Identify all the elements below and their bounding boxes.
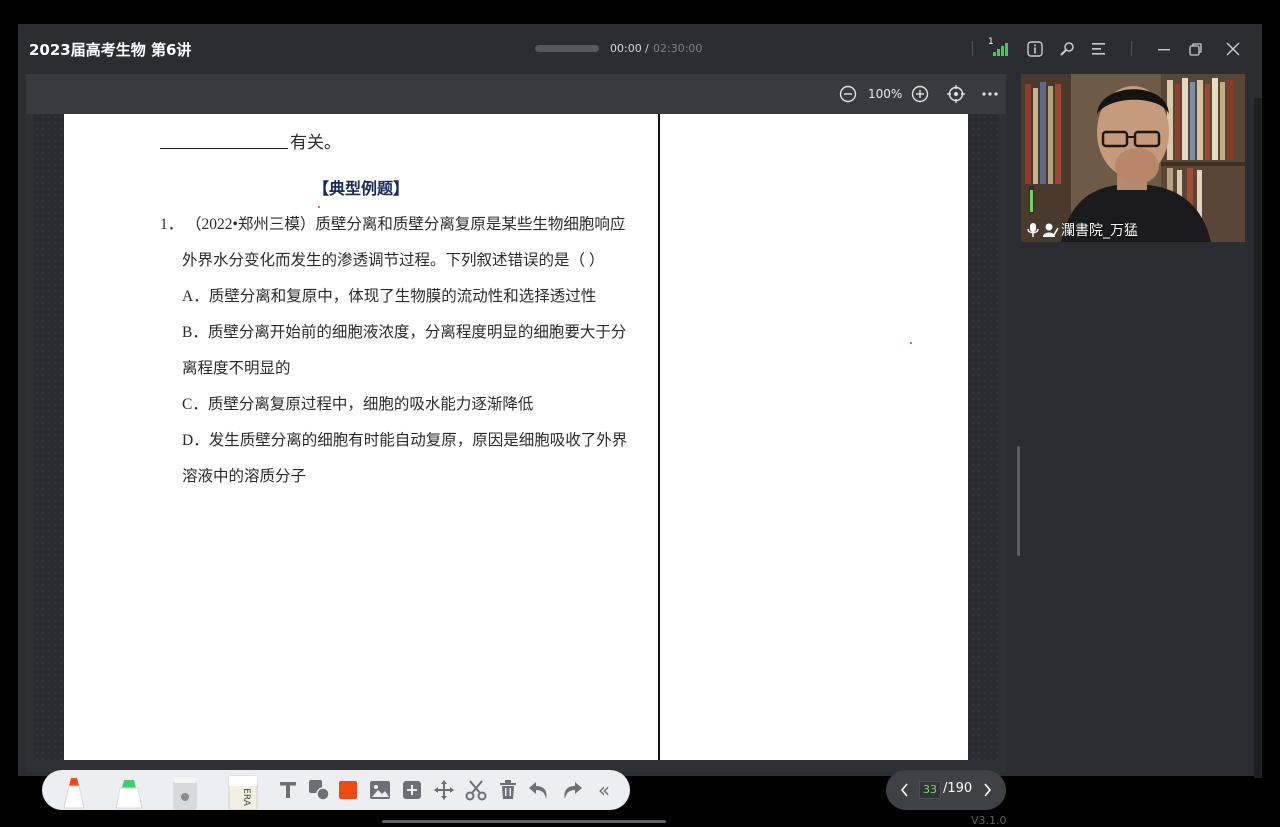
current-time: 00:00: [610, 42, 642, 55]
playback-progress-bar[interactable]: [535, 45, 599, 52]
restore-window-icon[interactable]: [1185, 38, 1207, 60]
titlebar-divider: [972, 41, 973, 56]
add-page-icon[interactable]: [400, 778, 424, 802]
drawing-toolbar: ERA «: [42, 770, 630, 811]
title-bar: 2023届高考生物 第6讲 00:00 / 02:30:00 1: [18, 24, 1262, 74]
red-pen-tool[interactable]: [59, 772, 89, 810]
more-options-icon[interactable]: [979, 83, 1001, 105]
previous-line-text: 有关。: [290, 133, 341, 152]
annotation-dot: [318, 206, 320, 208]
current-page-input[interactable]: 33: [919, 781, 941, 799]
fill-in-blank-line: [160, 148, 288, 149]
wrench-icon[interactable]: [1056, 38, 1078, 60]
eraser-tool[interactable]: ERA: [226, 772, 260, 811]
total-pages: /190: [943, 781, 973, 796]
zoom-in-icon[interactable]: [909, 83, 931, 105]
total-time: 02:30:00: [653, 42, 703, 55]
titlebar-divider: [1131, 41, 1132, 56]
time-separator: /: [645, 42, 649, 55]
image-tool-icon[interactable]: [368, 778, 392, 802]
participant-name: 瀾書院_万猛: [1061, 223, 1138, 239]
menu-lines-icon[interactable]: [1088, 38, 1110, 60]
scissors-icon[interactable]: [464, 778, 488, 802]
question-line-2: 外界水分变化而发生的渗透调节过程。下列叙述错误的是（ ）: [182, 252, 605, 269]
version-label: V3.1.0: [971, 814, 1007, 827]
question-line-1: （2022•郑州三模）质壁分离和质壁分离复原是某些生物细胞响应: [186, 216, 626, 233]
signal-strength-icon[interactable]: [990, 38, 1012, 60]
zoom-out-icon[interactable]: [837, 83, 859, 105]
option-b-continued: 离程度不明显的: [182, 360, 291, 377]
zoom-level: 100%: [868, 87, 903, 101]
question-number: 1．: [160, 216, 184, 233]
previous-page-icon[interactable]: [896, 781, 912, 799]
next-page-icon[interactable]: [979, 781, 995, 799]
classroom-window: 2023届高考生物 第6讲 00:00 / 02:30:00 1 100% 有关…: [18, 24, 1262, 827]
option-a: A．质壁分离和复原中，体现了生物膜的流动性和选择透过性: [182, 288, 597, 305]
courseware-stage: 100% 有关。 【典型例题】 1． （2022•郑州三模）质壁分离和质壁分离复…: [26, 74, 1020, 827]
vertical-scrollbar[interactable]: [1017, 446, 1020, 556]
teacher-video-feed[interactable]: 瀾書院_万猛: [1021, 74, 1245, 242]
info-icon[interactable]: [1024, 38, 1046, 60]
trash-icon[interactable]: [496, 778, 520, 802]
highlighter-tool[interactable]: [112, 772, 146, 810]
option-b: B．质壁分离开始前的细胞液浓度，分离程度明显的细胞要大于分: [182, 324, 627, 341]
color-picker-icon[interactable]: [336, 778, 360, 802]
document-page-right: [660, 114, 968, 760]
stage-toolbar: 100%: [26, 74, 1006, 114]
section-heading: 【典型例题】: [312, 179, 409, 198]
sidebar-scroll-edge: [1254, 98, 1262, 778]
option-d: D．发生质壁分离的细胞有时能自动复原，原因是细胞吸收了外界: [182, 432, 628, 449]
teacher-video-image: [1021, 74, 1245, 242]
option-c: C．质壁分离复原过程中，细胞的吸水能力逐渐降低: [182, 396, 534, 413]
text-tool-icon[interactable]: [276, 778, 300, 802]
horizontal-scrollbar[interactable]: [382, 820, 666, 823]
document-page-left: 有关。 【典型例题】 1． （2022•郑州三模）质壁分离和质壁分离复原是某些生…: [64, 114, 658, 760]
collapse-toolbar-icon[interactable]: «: [592, 778, 616, 802]
move-tool-icon[interactable]: [432, 778, 456, 802]
page-navigator: 33 /190: [886, 770, 1006, 810]
fit-to-screen-icon[interactable]: [945, 83, 967, 105]
shape-tool-icon[interactable]: [307, 778, 331, 802]
minimize-icon[interactable]: [1153, 38, 1175, 60]
microphone-icon[interactable]: [1027, 222, 1039, 241]
annotation-dot: [910, 342, 912, 344]
eraser-label: ERA: [240, 788, 251, 806]
course-title: 2023届高考生物 第6讲: [29, 41, 192, 59]
stamp-tool[interactable]: [170, 772, 200, 810]
undo-icon[interactable]: [527, 778, 551, 802]
redo-icon[interactable]: [560, 778, 584, 802]
presenter-icon: [1043, 222, 1059, 241]
option-d-continued: 溶液中的溶质分子: [182, 468, 307, 485]
close-icon[interactable]: [1222, 38, 1244, 60]
